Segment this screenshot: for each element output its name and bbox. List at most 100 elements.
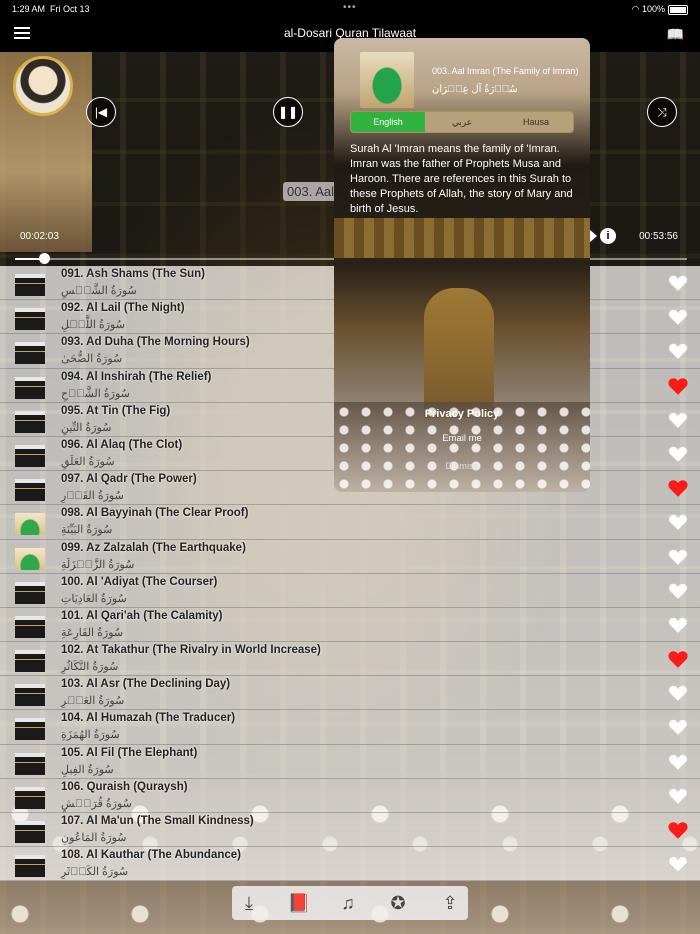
surah-english-name: 108. Al Kauthar (The Abundance) xyxy=(61,849,241,862)
kaaba-door-decoration xyxy=(424,288,494,418)
favorite-heart-icon[interactable] xyxy=(668,650,688,668)
bottom-toolbar: ⤓ 📕 ♫ ✪ ⇪ xyxy=(232,886,468,920)
reciter-avatar xyxy=(13,56,73,116)
favorite-heart-icon[interactable] xyxy=(668,616,688,634)
surah-row[interactable]: 103. Al Asr (The Declining Day) سُورَةُ ا… xyxy=(0,676,700,711)
tab-hausa[interactable]: Hausa xyxy=(499,112,573,132)
favorite-heart-icon[interactable] xyxy=(668,582,688,600)
language-segmented-control: English عربي Hausa xyxy=(350,111,574,133)
share-icon[interactable]: ⇪ xyxy=(437,890,463,916)
privacy-policy-link[interactable]: Privacy Policy xyxy=(334,408,590,420)
kaaba-thumbnail xyxy=(15,650,45,673)
surah-arabic-name: سُورَةُ الزَّلۡزَلَةِ xyxy=(61,558,135,571)
surah-english-name: 107. Al Ma'un (The Small Kindness) xyxy=(61,815,254,827)
surah-english-name: 099. Az Zalzalah (The Earthquake) xyxy=(61,541,246,554)
quran-book-icon[interactable]: 📖 xyxy=(667,26,684,43)
popup-surah-title: 003. Aal Imran (The Family of Imran) xyxy=(432,66,579,76)
favorite-heart-icon[interactable] xyxy=(668,445,688,463)
kaaba-thumbnail xyxy=(15,342,45,365)
surah-english-name: 094. Al Inshirah (The Relief) xyxy=(61,370,212,383)
previous-button[interactable]: |◀ xyxy=(86,97,116,127)
surah-english-name: 093. Ad Duha (The Morning Hours) xyxy=(61,336,250,349)
surah-row[interactable]: 098. Al Bayyinah (The Clear Proof) سُورَة… xyxy=(0,505,700,540)
multitasking-dots[interactable]: ••• xyxy=(343,2,357,13)
favorite-heart-icon[interactable] xyxy=(668,479,688,497)
surah-row[interactable]: 105. Al Fil (The Elephant) سُورَةُ الفِيل… xyxy=(0,744,700,779)
favorite-heart-icon[interactable] xyxy=(668,377,688,395)
kaaba-thumbnail xyxy=(15,855,45,878)
surah-row[interactable]: 106. Quraish (Quraysh) سُورَةُ قُرَيۡشٍ xyxy=(0,778,700,813)
shuffle-icon: ⤨ xyxy=(657,105,667,119)
kaaba-thumbnail xyxy=(15,615,45,638)
pause-button[interactable]: ❚❚ xyxy=(273,97,303,127)
kaaba-thumbnail xyxy=(15,479,45,502)
surah-arabic-name: سُورَةُ قُرَيۡشٍ xyxy=(61,797,132,810)
kaaba-band-decoration xyxy=(334,218,590,258)
surah-arabic-name: سُورَةُ القَدۡرِ xyxy=(61,490,124,503)
surah-english-name: 098. Al Bayyinah (The Clear Proof) xyxy=(61,507,249,520)
surah-arabic-name: سُورَةُ التِّينِ xyxy=(61,421,112,434)
surah-arabic-name: سُورَةُ الكَوۡثَرِ xyxy=(61,866,129,879)
surah-row[interactable]: 107. Al Ma'un (The Small Kindness) سُورَة… xyxy=(0,813,700,848)
surah-arabic-name: سُورَةُ الفِيلِ xyxy=(61,763,114,776)
surah-row[interactable]: 099. Az Zalzalah (The Earthquake) سُورَةُ… xyxy=(0,539,700,574)
favorite-heart-icon[interactable] xyxy=(668,821,688,839)
surah-row[interactable]: 104. Al Humazah (The Traducer) سُورَةُ ال… xyxy=(0,710,700,745)
surah-english-name: 102. At Takathur (The Rivalry in World I… xyxy=(61,644,321,657)
surah-english-name: 095. At Tin (The Fig) xyxy=(61,404,171,417)
surah-english-name: 092. Al Lail (The Night) xyxy=(61,302,185,315)
surah-english-name: 104. Al Humazah (The Traducer) xyxy=(61,712,236,725)
favorite-heart-icon[interactable] xyxy=(668,855,688,873)
surah-row[interactable]: 108. Al Kauthar (The Abundance) سُورَةُ ا… xyxy=(0,847,700,882)
surah-arabic-name: سُورَةُ المَاعُونِ xyxy=(61,832,127,844)
surah-info-popup: 003. Aal Imran (The Family of Imran) سُو… xyxy=(334,38,590,492)
book-icon[interactable]: 📕 xyxy=(286,890,312,916)
favorite-heart-icon[interactable] xyxy=(668,342,688,361)
surah-english-name: 097. Al Qadr (The Power) xyxy=(61,473,197,486)
status-bar: 1:29 AM Fri Oct 13 ••• ◠ 100% xyxy=(0,0,700,18)
download-icon[interactable]: ⤓ xyxy=(236,890,262,916)
surah-english-name: 096. Al Alaq (The Clot) xyxy=(61,438,183,451)
favorite-heart-icon[interactable] xyxy=(668,753,688,771)
surah-english-name: 100. Al 'Adiyat (The Courser) xyxy=(61,575,218,588)
battery-percent: 100% xyxy=(641,4,665,14)
favorite-heart-icon[interactable] xyxy=(668,513,688,532)
playlist-heart-icon[interactable]: ♫ xyxy=(335,890,361,916)
info-icon[interactable]: i xyxy=(600,228,616,244)
surah-description: Surah Al 'Imran means the family of 'Imr… xyxy=(350,143,573,215)
progress-knob[interactable] xyxy=(38,253,50,264)
favorite-heart-icon[interactable] xyxy=(668,787,688,805)
kaaba-thumbnail xyxy=(15,308,45,331)
surah-arabic-name: سُورَةُ الهُمَزَةِ xyxy=(61,729,120,742)
surah-row[interactable]: 101. Al Qari'ah (The Calamity) سُورَةُ ال… xyxy=(0,607,700,643)
surah-row[interactable]: 100. Al 'Adiyat (The Courser) سُورَةُ الع… xyxy=(0,573,700,608)
tab-arabic[interactable]: عربي xyxy=(425,112,499,132)
surah-arabic-name: سُورَةُ الشَّمۡسِ xyxy=(61,285,137,297)
favorite-heart-icon[interactable] xyxy=(668,718,688,737)
surah-english-name: 105. Al Fil (The Elephant) xyxy=(61,746,198,759)
surah-english-name: 103. Al Asr (The Declining Day) xyxy=(61,678,231,691)
skip-back-icon: |◀ xyxy=(94,105,108,119)
dismiss-button[interactable]: Dismiss xyxy=(334,461,590,472)
surah-row[interactable]: 102. At Takathur (The Rivalry in World I… xyxy=(0,642,700,677)
play-icon[interactable] xyxy=(589,229,597,243)
favorite-heart-icon[interactable] xyxy=(668,548,688,566)
kaaba-thumbnail xyxy=(15,274,45,296)
shuffle-button[interactable]: ⤨ xyxy=(647,97,677,127)
favorite-heart-icon[interactable] xyxy=(668,684,688,703)
star-icon[interactable]: ✪ xyxy=(385,890,411,916)
tab-english[interactable]: English xyxy=(351,112,425,132)
surah-english-name: 106. Quraish (Quraysh) xyxy=(61,780,188,793)
favorite-heart-icon[interactable] xyxy=(668,308,688,326)
email-me-link[interactable]: Email me xyxy=(334,433,590,444)
favorite-heart-icon[interactable] xyxy=(668,411,688,429)
surah-arabic-name: سُورَةُ البَيِّنَةِ xyxy=(61,524,113,537)
kaaba-thumbnail xyxy=(15,581,45,604)
popup-surah-arabic: سُوۡرَةُ آل عِمۡرَان xyxy=(432,84,518,95)
favorite-heart-icon[interactable] xyxy=(668,274,688,292)
kaaba-thumbnail xyxy=(15,410,45,433)
battery-icon xyxy=(668,4,688,15)
green-dome-thumbnail xyxy=(360,52,414,108)
kaaba-thumbnail xyxy=(15,444,45,467)
duration-time: 00:53:56 xyxy=(639,231,678,242)
